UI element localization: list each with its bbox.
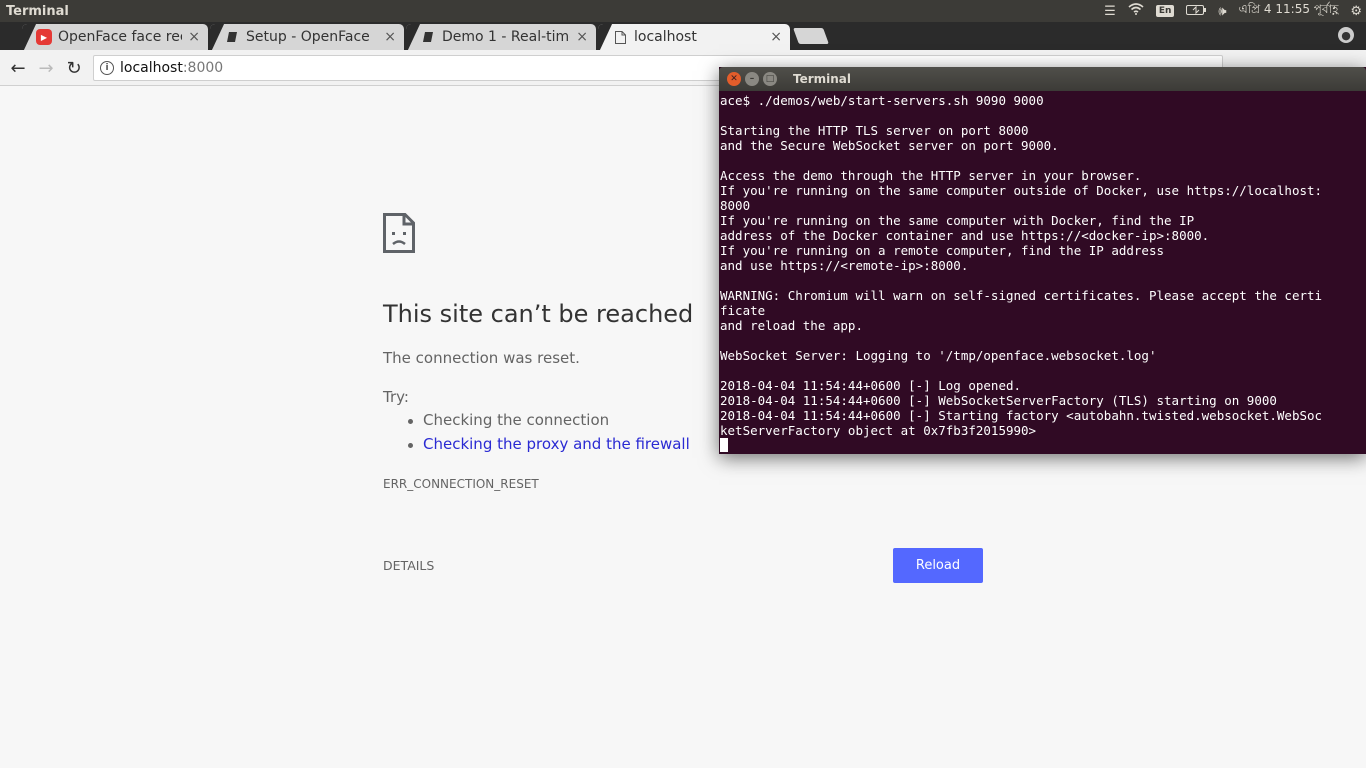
terminal-line: ficate [720,303,766,318]
details-button[interactable]: DETAILS [383,558,434,573]
terminal-line: and use https://<remote-ip>:8000. [720,258,969,273]
terminal-line: ketServerFactory object at 0x7fb3f201599… [720,423,1037,438]
tab-title: OpenFace face reco [58,29,182,45]
tab-title: localhost [634,29,697,45]
terminal-line: 2018-04-04 11:54:44+0600 [-] Starting fa… [720,408,1323,423]
panel-indicators: ☰ En 🕪 এপ্রি 4 11:55 পূর্বাহ্ণ ⚙ [1104,0,1362,22]
battery-icon[interactable] [1186,4,1207,19]
terminal-line: ace$ ./demos/web/start-servers.sh 9090 9… [720,93,1044,108]
error-title: This site can’t be reached [383,300,694,328]
terminal-line: and reload the app. [720,318,863,333]
terminal-line: Starting the HTTP TLS server on port 800… [720,123,1029,138]
close-icon[interactable]: × [576,29,588,45]
reload-button[interactable]: Reload [893,548,983,583]
terminal-line: Access the demo through the HTTP server … [720,168,1142,183]
keyboard-layout-icon[interactable]: En [1155,5,1175,17]
terminal-cursor [720,438,728,452]
terminal-line: If you're running on the same computer o… [720,183,1323,198]
back-arrow-icon[interactable]: ← [7,57,29,79]
tab-title: Setup - OpenFace [246,29,370,45]
active-app-title: Terminal [6,3,69,19]
tab-strip: ▶ OpenFace face reco × Setup - OpenFace … [0,22,1366,50]
terminal-line: WARNING: Chromium will warn on self-sign… [720,288,1323,303]
wifi-icon[interactable] [1128,3,1144,19]
try-label: Try: [383,388,409,406]
book-icon [224,29,240,45]
terminal-line: 2018-04-04 11:54:44+0600 [-] Log opened. [720,378,1022,393]
close-icon[interactable]: × [384,29,396,45]
close-icon[interactable]: × [770,29,782,45]
error-subtitle: The connection was reset. [383,349,580,367]
suggestion-list: Checking the connection Checking the pro… [405,411,690,459]
terminal-line: 2018-04-04 11:54:44+0600 [-] WebSocketSe… [720,393,1277,408]
book-icon [420,29,436,45]
sad-document-icon [383,213,415,253]
info-icon[interactable]: i [100,61,114,75]
terminal-line: and the Secure WebSocket server on port … [720,138,1059,153]
new-tab-button[interactable] [793,28,829,44]
settings-icon[interactable]: ⚙ [1350,4,1362,19]
terminal-line: address of the Docker container and use … [720,228,1210,243]
terminal-window[interactable]: ✕ – □ Terminal ace$ ./demos/web/start-se… [719,67,1366,454]
terminal-output[interactable]: ace$ ./demos/web/start-servers.sh 9090 9… [719,91,1366,454]
maximize-icon[interactable]: □ [763,72,777,86]
minimize-icon[interactable]: – [745,72,759,86]
suggestion-check-proxy-link[interactable]: Checking the proxy and the firewall [405,435,690,459]
tab-openface-youtube[interactable]: ▶ OpenFace face reco × [22,24,208,50]
volume-icon[interactable]: 🕪 [1218,4,1226,19]
terminal-line: If you're running on a remote computer, … [720,243,1165,258]
forward-arrow-icon[interactable]: → [35,57,57,79]
tab-localhost[interactable]: localhost × [598,24,790,50]
suggestion-check-connection: Checking the connection [405,411,690,435]
top-panel: Terminal ☰ En 🕪 এপ্রি 4 11:55 পূর্বাহ্ণ … [0,0,1366,22]
address-host: localhost [120,60,183,76]
tab-setup-openface[interactable]: Setup - OpenFace × [210,24,404,50]
tab-demo-realtime[interactable]: Demo 1 - Real-time × [406,24,596,50]
terminal-line: WebSocket Server: Logging to '/tmp/openf… [720,348,1157,363]
menu-icon[interactable]: ☰ [1104,4,1116,19]
youtube-icon: ▶ [36,29,52,45]
terminal-titlebar[interactable]: ✕ – □ Terminal [719,67,1366,91]
reload-icon[interactable]: ↻ [63,57,85,79]
close-icon[interactable]: ✕ [727,72,741,86]
panel-clock[interactable]: এপ্রি 4 11:55 পূর্বাহ্ণ [1239,1,1339,21]
tab-title: Demo 1 - Real-time [442,29,571,45]
error-code: ERR_CONNECTION_RESET [383,477,539,491]
terminal-line: If you're running on the same computer w… [720,213,1195,228]
profile-icon[interactable]: ● [1338,27,1354,43]
terminal-title: Terminal [793,72,852,86]
close-icon[interactable]: × [188,29,200,45]
page-icon [612,29,628,45]
terminal-line: 8000 [720,198,751,213]
address-port: :8000 [182,60,224,76]
